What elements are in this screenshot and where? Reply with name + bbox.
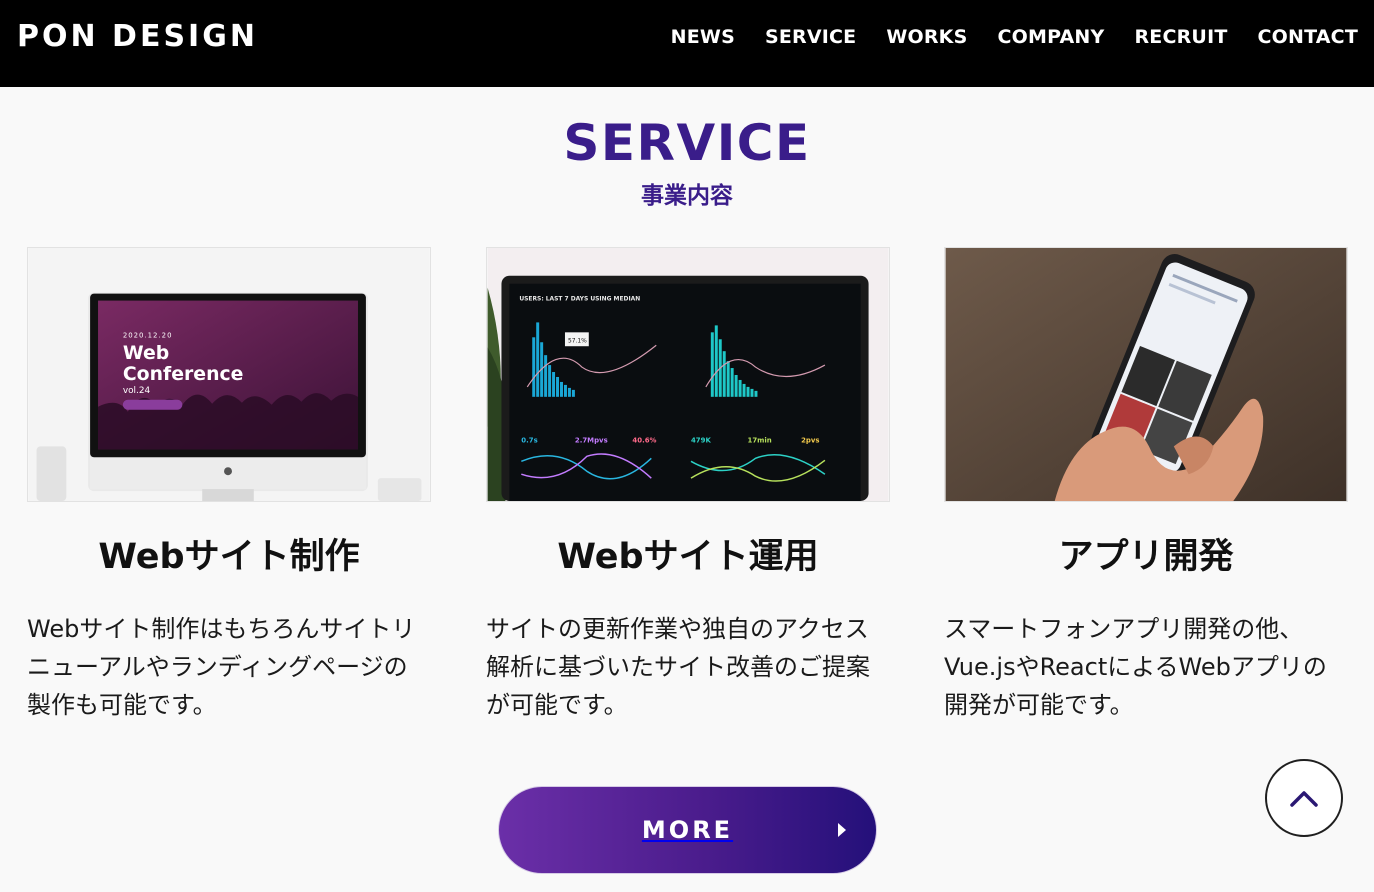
image-vol-text: vol.24 [123, 386, 151, 396]
more-button-label: MORE [641, 816, 734, 844]
stat-value-1: 0.7s [521, 436, 537, 444]
card-title: アプリ開発 [1058, 537, 1234, 577]
stat-value-5: 17min [748, 436, 772, 444]
card-title: Webサイト運用 [557, 537, 819, 577]
nav-item-recruit[interactable]: RECRUIT [1134, 22, 1227, 52]
chevron-up-icon [1290, 791, 1318, 807]
nav-item-news[interactable]: NEWS [671, 22, 735, 52]
nav-item-contact[interactable]: CONTACT [1258, 22, 1359, 52]
service-card-app-development: アプリ開発 スマートフォンアプリ開発の他、Vue.jsやReactによるWebア… [944, 247, 1348, 724]
analytics-dashboard-image: USERS: LAST 7 DAYS USING MEDIAN 57.1% 0.… [486, 247, 890, 502]
stat-value-6: 2pvs [801, 436, 819, 444]
stat-value-4: 479K [691, 436, 711, 444]
card-description: サイトの更新作業や独自のアクセス解析に基づいたサイト改善のご提案が可能です。 [486, 615, 870, 719]
web-conference-image: 2020.12.20 Web Conference vol.24 [27, 247, 431, 502]
card-title: Webサイト制作 [98, 537, 360, 577]
stat-value-2: 2.7Mpvs [575, 436, 608, 444]
smartphone-image [944, 247, 1348, 502]
service-card-web-production: 2020.12.20 Web Conference vol.24 Webサイト制… [27, 247, 431, 724]
triangle-right-icon [838, 823, 846, 837]
section-title: SERVICE [563, 114, 811, 172]
main-nav: NEWS SERVICE WORKS COMPANY RECRUIT CONTA… [671, 22, 1358, 52]
more-button[interactable]: MORE [498, 786, 877, 874]
image-title-line2: Conference [123, 364, 244, 385]
nav-item-service[interactable]: SERVICE [765, 22, 856, 52]
card-description: スマートフォンアプリ開発の他、Vue.jsやReactによるWebアプリの開発が… [944, 615, 1327, 719]
card-description: Webサイト制作はもちろんサイトリニューアルやランディングページの製作も可能です… [27, 615, 416, 719]
service-card-web-operation: USERS: LAST 7 DAYS USING MEDIAN 57.1% 0.… [486, 247, 890, 724]
nav-item-company[interactable]: COMPANY [998, 22, 1105, 52]
back-to-top-button[interactable] [1265, 759, 1343, 837]
section-subtitle: 事業内容 [641, 183, 733, 209]
image-title-line1: Web [123, 343, 169, 364]
site-logo[interactable]: PON DESIGN [17, 17, 258, 57]
nav-item-works[interactable]: WORKS [886, 22, 967, 52]
image-date-text: 2020.12.20 [123, 331, 173, 339]
dashboard-percent-text: 57.1% [568, 337, 587, 344]
stat-value-3: 40.6% [632, 436, 656, 444]
site-header: PON DESIGN NEWS SERVICE WORKS COMPANY RE… [0, 0, 1374, 87]
dashboard-header-text: USERS: LAST 7 DAYS USING MEDIAN [519, 296, 640, 303]
